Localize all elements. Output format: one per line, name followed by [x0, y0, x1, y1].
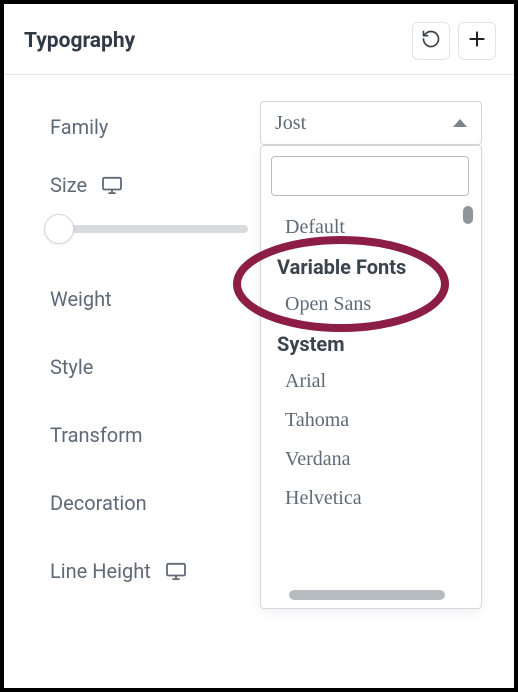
size-label-text: Size [50, 173, 87, 197]
line-height-label: Line Height [50, 559, 230, 583]
weight-label: Weight [50, 287, 230, 311]
font-option-arial[interactable]: Arial [275, 362, 475, 401]
font-family-dropdown: Default Variable Fonts Open Sans System … [260, 145, 482, 609]
font-group-variable-fonts: Variable Fonts [275, 247, 475, 285]
font-option-open-sans[interactable]: Open Sans [275, 285, 475, 324]
chevron-up-icon [453, 119, 467, 127]
size-slider[interactable] [48, 225, 248, 233]
reset-icon [421, 29, 441, 53]
plus-icon [467, 29, 487, 53]
panel-header: Typography [4, 12, 514, 75]
font-family-selected: Jost [275, 112, 306, 135]
font-option-default[interactable]: Default [275, 208, 475, 247]
decoration-label: Decoration [50, 491, 230, 515]
font-option-verdana[interactable]: Verdana [275, 440, 475, 479]
header-actions [412, 22, 496, 60]
size-slider-thumb[interactable] [44, 214, 74, 244]
desktop-icon[interactable] [165, 562, 187, 580]
size-label: Size [50, 173, 230, 197]
font-option-helvetica[interactable]: Helvetica [275, 479, 475, 510]
font-group-system: System [275, 324, 475, 362]
family-label: Family [50, 115, 230, 139]
panel-title: Typography [24, 29, 135, 53]
transform-label: Transform [50, 423, 230, 447]
style-label: Style [50, 355, 230, 379]
font-search-input[interactable] [271, 156, 469, 196]
desktop-icon[interactable] [101, 176, 123, 194]
horizontal-scrollbar[interactable] [289, 590, 445, 600]
font-list: Default Variable Fonts Open Sans System … [269, 204, 475, 510]
reset-button[interactable] [412, 22, 450, 60]
vertical-scrollbar[interactable] [463, 206, 473, 224]
font-list-wrap: Default Variable Fonts Open Sans System … [269, 204, 475, 584]
font-option-tahoma[interactable]: Tahoma [275, 401, 475, 440]
font-family-select[interactable]: Jost [260, 101, 482, 145]
line-height-label-text: Line Height [50, 559, 151, 583]
add-button[interactable] [458, 22, 496, 60]
typography-panel: Family Size Weight Style Transform Decor… [4, 75, 514, 593]
